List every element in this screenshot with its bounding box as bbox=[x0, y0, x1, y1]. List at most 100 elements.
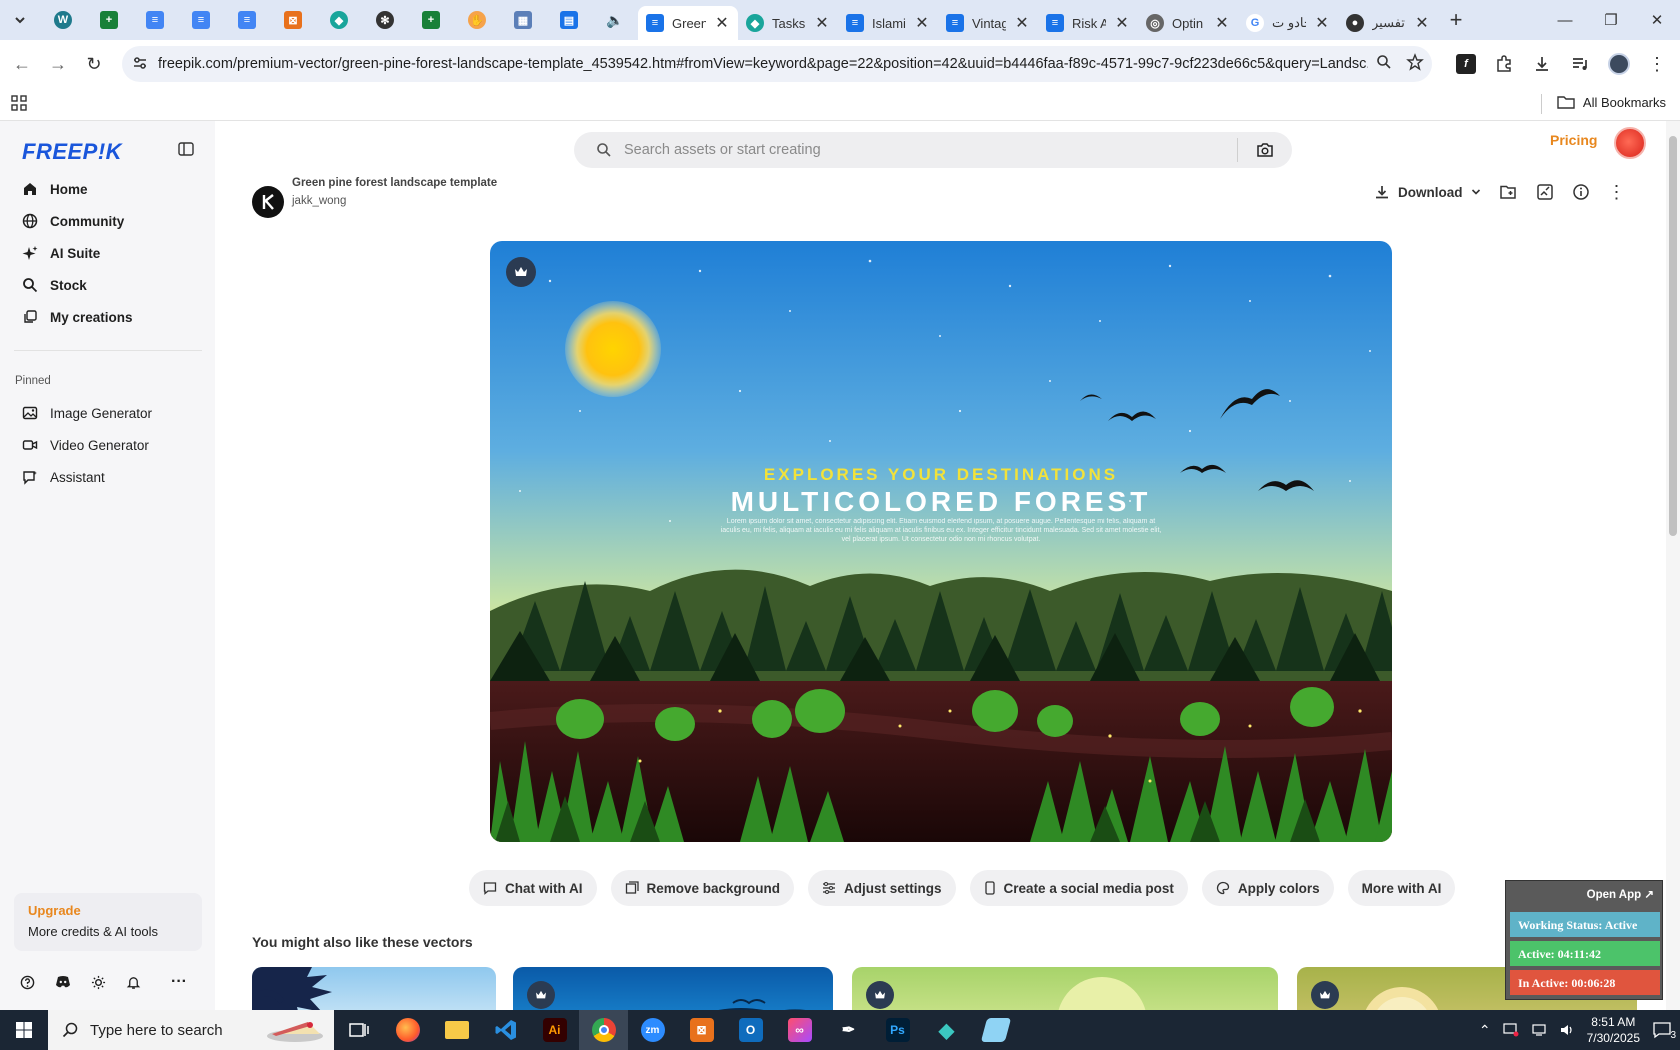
notification-center-icon[interactable]: 3 bbox=[1652, 1021, 1676, 1041]
pinned-tab-qr[interactable]: ▦ bbox=[500, 0, 546, 40]
search-input[interactable] bbox=[624, 132, 1184, 168]
pinned-tab-teal[interactable]: ◆ bbox=[316, 0, 362, 40]
tab-optin[interactable]: ◎ Optin ✕ bbox=[1138, 6, 1238, 40]
theme-sun-icon[interactable] bbox=[91, 975, 106, 990]
illustrator-icon[interactable]: Ai bbox=[530, 1010, 579, 1050]
tab-tasks[interactable]: ◆ Tasks ✕ bbox=[738, 6, 838, 40]
address-bar[interactable]: freepik.com/premium-vector/green-pine-fo… bbox=[122, 46, 1432, 82]
sidebar-item-my-creations[interactable]: My creations bbox=[0, 301, 215, 333]
help-icon[interactable] bbox=[20, 975, 35, 990]
pen-tool-icon[interactable]: ✒ bbox=[824, 1010, 873, 1050]
apps-grid-icon[interactable] bbox=[10, 94, 28, 112]
sidebar-item-video-generator[interactable]: Video Generator bbox=[0, 429, 215, 461]
tab-risk[interactable]: ≡ Risk A ✕ bbox=[1038, 6, 1138, 40]
asset-author[interactable]: jakk_wong bbox=[292, 195, 346, 207]
extensions-puzzle-icon[interactable] bbox=[1494, 54, 1514, 74]
restore-icon[interactable]: ❐ bbox=[1588, 0, 1634, 40]
minimize-icon[interactable]: — bbox=[1542, 0, 1588, 40]
network-status-icon[interactable] bbox=[1503, 1023, 1519, 1037]
add-to-collection-icon[interactable] bbox=[1491, 179, 1527, 205]
pinned-tab-chatgpt[interactable]: ✻ bbox=[362, 0, 408, 40]
pinned-tab-sheets-2[interactable]: + bbox=[408, 0, 454, 40]
pinned-tab-docs-3[interactable]: ≡ bbox=[224, 0, 270, 40]
profile-avatar[interactable] bbox=[1608, 53, 1630, 75]
outlook-icon[interactable]: O bbox=[726, 1010, 775, 1050]
edit-image-icon[interactable] bbox=[1527, 179, 1563, 205]
sidebar-item-community[interactable]: Community bbox=[0, 205, 215, 237]
info-icon[interactable] bbox=[1563, 179, 1599, 205]
tray-chevron-up-icon[interactable]: ⌃ bbox=[1479, 1022, 1491, 1039]
taskbar-clock[interactable]: 8:51 AM 7/30/2025 bbox=[1587, 1014, 1640, 1046]
sidebar-item-assistant[interactable]: Assistant bbox=[0, 461, 215, 493]
open-app-link[interactable]: Open App ↗ bbox=[1587, 887, 1654, 901]
adjust-settings-button[interactable]: Adjust settings bbox=[808, 870, 956, 906]
file-explorer-icon[interactable] bbox=[432, 1010, 481, 1050]
sidebar-item-stock[interactable]: Stock bbox=[0, 269, 215, 301]
tab-green[interactable]: ≡ Green ✕ bbox=[638, 6, 738, 40]
forward-icon[interactable]: → bbox=[40, 46, 76, 82]
sidebar-item-home[interactable]: Home bbox=[0, 173, 215, 205]
chat-with-ai-button[interactable]: Chat with AI bbox=[469, 870, 597, 906]
pinned-tab-audio[interactable]: 🔈 bbox=[592, 0, 638, 40]
site-settings-icon[interactable] bbox=[132, 55, 148, 71]
freepik-logo[interactable]: FREEP!K bbox=[22, 139, 122, 165]
close-tab-icon[interactable]: ✕ bbox=[1014, 13, 1030, 33]
tab-google[interactable]: G جادو ت ✕ bbox=[1238, 6, 1338, 40]
new-tab-button[interactable]: + bbox=[1440, 4, 1472, 36]
social-media-post-button[interactable]: Create a social media post bbox=[969, 870, 1188, 906]
user-avatar[interactable] bbox=[1614, 127, 1646, 159]
discord-icon[interactable] bbox=[55, 975, 71, 989]
camera-search-icon[interactable] bbox=[1256, 141, 1274, 159]
sidebar-item-image-generator[interactable]: Image Generator bbox=[0, 397, 215, 429]
tab-vintag[interactable]: ≡ Vintag ✕ bbox=[938, 6, 1038, 40]
similar-thumbnail-2[interactable] bbox=[513, 967, 833, 1010]
notepad-icon[interactable] bbox=[971, 1010, 1020, 1050]
close-tab-icon[interactable]: ✕ bbox=[1214, 13, 1230, 33]
author-avatar[interactable] bbox=[252, 186, 284, 218]
upgrade-card[interactable]: Upgrade More credits & AI tools bbox=[14, 893, 202, 951]
sidebar-item-ai-suite[interactable]: AI Suite bbox=[0, 237, 215, 269]
wifi-icon[interactable] bbox=[1531, 1023, 1547, 1037]
scrollbar-thumb[interactable] bbox=[1669, 136, 1677, 536]
notifications-bell-icon[interactable] bbox=[126, 975, 141, 990]
browser-menu-icon[interactable]: ⋮ bbox=[1648, 54, 1666, 75]
pinned-tab-forms[interactable]: ▤ bbox=[546, 0, 592, 40]
pinned-tab-docs-2[interactable]: ≡ bbox=[178, 0, 224, 40]
media-control-icon[interactable] bbox=[1570, 54, 1590, 74]
more-options-icon[interactable]: ··· bbox=[171, 973, 187, 991]
orange-app-icon[interactable]: ⊠ bbox=[677, 1010, 726, 1050]
more-with-ai-button[interactable]: More with AI bbox=[1347, 870, 1456, 906]
chrome-icon[interactable] bbox=[579, 1010, 628, 1050]
pricing-link[interactable]: Pricing bbox=[1550, 132, 1597, 148]
task-view-icon[interactable] bbox=[334, 1010, 383, 1050]
apply-colors-button[interactable]: Apply colors bbox=[1201, 870, 1334, 906]
tab-tafsir[interactable]: ● تفسير ✕ bbox=[1338, 6, 1438, 40]
pinned-tab-docs-1[interactable]: ≡ bbox=[132, 0, 178, 40]
photoshop-icon[interactable]: Ps bbox=[873, 1010, 922, 1050]
vscode-icon[interactable] bbox=[481, 1010, 530, 1050]
reload-icon[interactable]: ↻ bbox=[76, 46, 112, 82]
pinned-tab-sheets[interactable]: + bbox=[86, 0, 132, 40]
zoom-search-icon[interactable] bbox=[1376, 54, 1392, 70]
similar-thumbnail-3[interactable] bbox=[852, 967, 1278, 1010]
taskbar-search-box[interactable]: Type here to search bbox=[48, 1010, 334, 1050]
download-button[interactable]: Download bbox=[1374, 179, 1491, 205]
close-tab-icon[interactable]: ✕ bbox=[1414, 13, 1430, 33]
page-scrollbar[interactable] bbox=[1666, 121, 1680, 1010]
windows-start-icon[interactable] bbox=[0, 1010, 48, 1050]
font-extension-icon[interactable]: f bbox=[1456, 54, 1476, 74]
close-tab-icon[interactable]: ✕ bbox=[914, 13, 930, 33]
similar-thumbnail-1[interactable] bbox=[252, 967, 496, 1010]
more-vertical-icon[interactable]: ⋮ bbox=[1599, 179, 1635, 205]
pinned-tab-wordpress[interactable]: W bbox=[40, 0, 86, 40]
tab-islami[interactable]: ≡ Islami ✕ bbox=[838, 6, 938, 40]
bookmark-star-icon[interactable] bbox=[1406, 53, 1424, 71]
teal-diamond-app-icon[interactable]: ◆ bbox=[922, 1010, 971, 1050]
all-bookmarks-button[interactable]: All Bookmarks bbox=[1557, 94, 1666, 110]
close-tab-icon[interactable]: ✕ bbox=[814, 13, 830, 33]
downloads-icon[interactable] bbox=[1532, 54, 1552, 74]
zoom-icon[interactable]: zm bbox=[628, 1010, 677, 1050]
close-tab-icon[interactable]: ✕ bbox=[1114, 13, 1130, 33]
remove-background-button[interactable]: Remove background bbox=[610, 870, 795, 906]
close-tab-icon[interactable]: ✕ bbox=[714, 13, 730, 33]
